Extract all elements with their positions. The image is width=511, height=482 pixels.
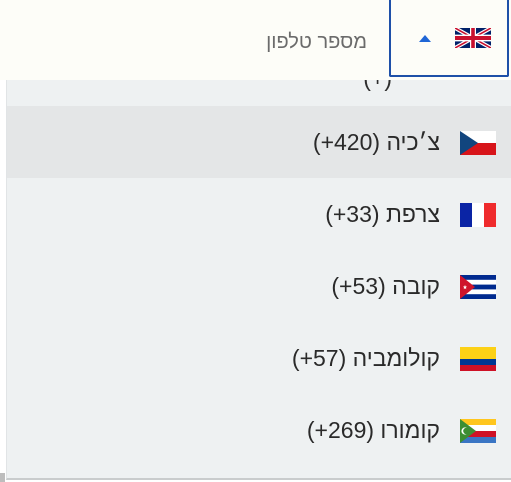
- country-option-czech[interactable]: צ׳כיה (420+): [7, 106, 511, 178]
- country-option-cuba[interactable]: קובה (53+): [7, 250, 511, 322]
- comoros-flag-icon: [460, 419, 496, 443]
- country-option-label: צ׳כיה (420+): [312, 129, 440, 155]
- list-item-partial[interactable]: (+): [7, 80, 511, 106]
- cuba-flag-icon: [460, 275, 496, 299]
- united-kingdom-flag-icon: [455, 28, 491, 48]
- caret-up-icon[interactable]: [419, 35, 431, 42]
- country-code-selector[interactable]: [389, 0, 509, 77]
- france-flag-icon: [460, 203, 496, 227]
- country-option-colombia[interactable]: קולומביה (57+): [7, 322, 511, 394]
- phone-number-field[interactable]: מספר טלפון: [200, 22, 367, 62]
- phone-input-bar: מספר טלפון: [0, 0, 511, 80]
- phone-input-page: מספר טלפון (+) צ׳כיה (420+): [0, 0, 511, 482]
- country-dropdown-list: (+) צ׳כיה (420+) צרפת (33+): [6, 80, 511, 480]
- country-option-label: קולומביה (57+): [291, 345, 440, 371]
- country-option-label: קובה (53+): [331, 273, 440, 299]
- country-option-label: קומורו (269+): [306, 417, 440, 443]
- colombia-flag-icon: [460, 347, 496, 371]
- country-option-comoros[interactable]: קומורו (269+): [7, 394, 511, 466]
- scrollbar-thumb[interactable]: [0, 473, 5, 482]
- list-item-partial-label: (+): [363, 80, 392, 92]
- country-option-label: צרפת (33+): [325, 201, 440, 227]
- czech-republic-flag-icon: [460, 131, 496, 155]
- country-option-france[interactable]: צרפת (33+): [7, 178, 511, 250]
